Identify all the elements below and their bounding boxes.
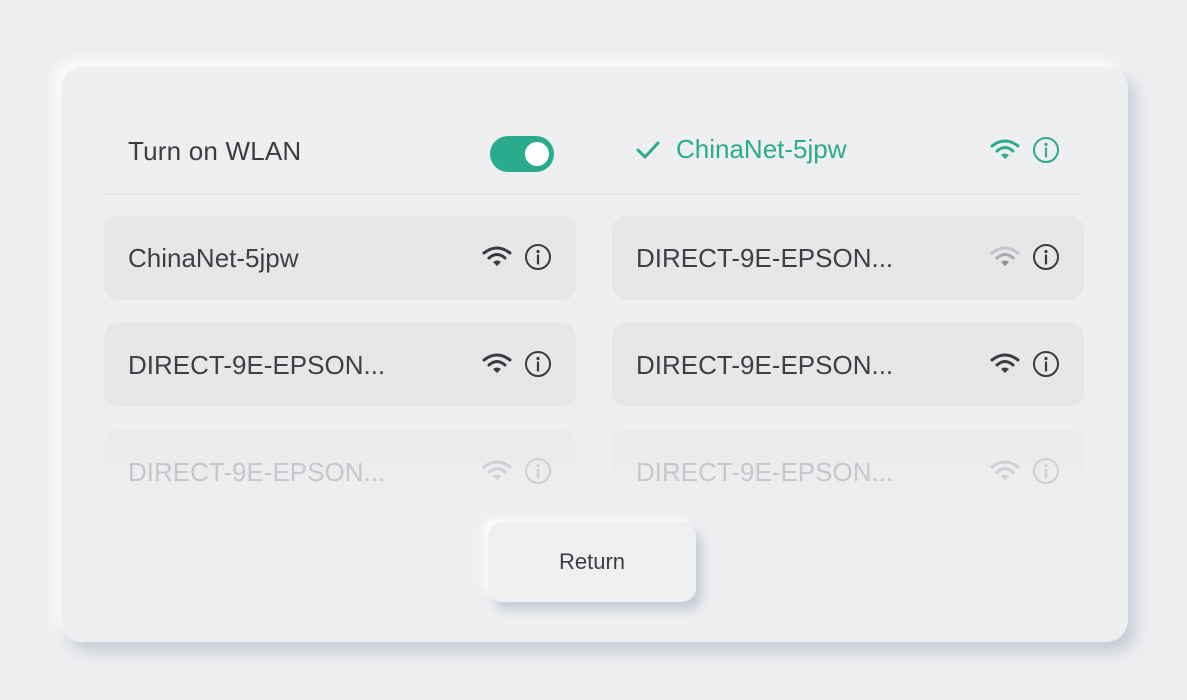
info-icon[interactable] <box>524 457 552 485</box>
wlan-toggle[interactable] <box>490 136 554 172</box>
wlan-toggle-label: Turn on WLAN <box>128 136 302 166</box>
wifi-icon <box>990 139 1020 159</box>
network-icons <box>990 350 1060 378</box>
wifi-icon <box>482 246 512 266</box>
wifi-icon <box>482 353 512 373</box>
network-name: DIRECT-9E-EPSON... <box>636 350 894 380</box>
info-icon[interactable] <box>524 350 552 378</box>
network-icons <box>990 457 1060 485</box>
network-icons <box>482 243 552 271</box>
wlan-panel: Turn on WLAN ChinaNet-5jpw ChinaNet-5jpw… <box>60 66 1128 642</box>
connected-network-name: ChinaNet-5jpw <box>676 134 847 164</box>
network-item[interactable]: DIRECT-9E-EPSON... <box>104 323 576 407</box>
connected-network[interactable]: ChinaNet-5jpw <box>634 134 847 165</box>
network-item[interactable]: DIRECT-9E-EPSON... <box>104 430 576 514</box>
info-icon[interactable] <box>1032 457 1060 485</box>
network-icons <box>482 350 552 378</box>
info-icon[interactable] <box>524 243 552 271</box>
toggle-knob <box>525 142 549 166</box>
network-item[interactable]: DIRECT-9E-EPSON... <box>612 216 1084 300</box>
info-icon[interactable] <box>1032 136 1060 164</box>
info-icon[interactable] <box>1032 243 1060 271</box>
wifi-icon <box>990 353 1020 373</box>
wifi-icon <box>990 246 1020 266</box>
network-icons <box>990 243 1060 271</box>
network-name: DIRECT-9E-EPSON... <box>636 457 894 487</box>
network-name: DIRECT-9E-EPSON... <box>636 243 894 273</box>
network-item[interactable]: ChinaNet-5jpw <box>104 216 576 300</box>
network-item[interactable]: DIRECT-9E-EPSON... <box>612 323 1084 407</box>
network-icons <box>482 457 552 485</box>
network-name: ChinaNet-5jpw <box>128 243 299 273</box>
return-button[interactable]: Return <box>488 522 696 602</box>
wifi-icon <box>990 460 1020 480</box>
connected-network-icons <box>990 136 1060 164</box>
check-icon <box>636 141 660 158</box>
info-icon[interactable] <box>1032 350 1060 378</box>
network-item[interactable]: DIRECT-9E-EPSON... <box>612 430 1084 514</box>
wifi-icon <box>482 460 512 480</box>
wlan-header: Turn on WLAN ChinaNet-5jpw <box>104 116 1084 195</box>
network-name: DIRECT-9E-EPSON... <box>128 350 386 380</box>
network-name: DIRECT-9E-EPSON... <box>128 457 386 487</box>
